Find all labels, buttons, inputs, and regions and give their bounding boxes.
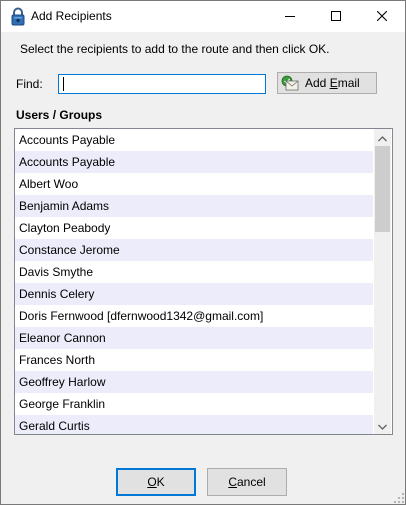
find-label: Find: xyxy=(16,77,43,91)
list-item[interactable]: Clayton Peabody xyxy=(15,217,373,239)
list-item[interactable]: Doris Fernwood [dfernwood1342@gmail.com] xyxy=(15,305,373,327)
add-email-label: Add Email xyxy=(305,76,360,90)
close-button[interactable] xyxy=(359,1,405,32)
users-groups-list[interactable]: Accounts Payable Accounts Payable Albert… xyxy=(14,128,393,435)
cancel-button[interactable]: Cancel xyxy=(207,468,287,496)
list-item[interactable]: Geoffrey Harlow xyxy=(15,371,373,393)
window-title: Add Recipients xyxy=(31,9,112,23)
maximize-icon xyxy=(331,10,341,24)
minimize-icon xyxy=(285,10,295,24)
list-item[interactable]: George Franklin xyxy=(15,393,373,415)
list-item[interactable]: Dennis Celery xyxy=(15,283,373,305)
scroll-up-button[interactable] xyxy=(374,129,391,146)
chevron-down-icon xyxy=(378,419,387,433)
add-email-button[interactable]: Add Email xyxy=(277,72,377,94)
padlock-icon xyxy=(10,7,26,26)
list-item[interactable]: Eleanor Cannon xyxy=(15,327,373,349)
users-groups-label: Users / Groups xyxy=(16,108,103,122)
list-item[interactable]: Accounts Payable xyxy=(15,129,373,151)
list-item[interactable]: Gerald Curtis xyxy=(15,415,373,434)
scroll-down-button[interactable] xyxy=(374,417,391,434)
add-recipients-dialog: Add Recipients Select the recipients to … xyxy=(0,0,406,505)
ok-button[interactable]: OK xyxy=(116,468,196,496)
instruction-text: Select the recipients to add to the rout… xyxy=(20,42,330,56)
ok-label: OK xyxy=(147,475,165,489)
list-item[interactable]: Davis Smythe xyxy=(15,261,373,283)
find-input[interactable] xyxy=(58,74,266,94)
text-caret xyxy=(63,77,64,91)
scrollbar-thumb[interactable] xyxy=(375,146,390,232)
minimize-button[interactable] xyxy=(267,1,313,32)
title-bar[interactable]: Add Recipients xyxy=(1,1,405,32)
close-icon xyxy=(376,10,388,24)
list-item[interactable]: Constance Jerome xyxy=(15,239,373,261)
list-item[interactable]: Albert Woo xyxy=(15,173,373,195)
vertical-scrollbar[interactable] xyxy=(374,129,391,434)
maximize-button[interactable] xyxy=(313,1,359,32)
envelope-icon xyxy=(281,75,299,91)
list-item[interactable]: Benjamin Adams xyxy=(15,195,373,217)
cancel-label: Cancel xyxy=(228,475,266,489)
chevron-up-icon xyxy=(378,131,387,145)
resize-grip-icon[interactable] xyxy=(393,492,405,504)
list-item[interactable]: Accounts Payable xyxy=(15,151,373,173)
list-item[interactable]: Frances North xyxy=(15,349,373,371)
